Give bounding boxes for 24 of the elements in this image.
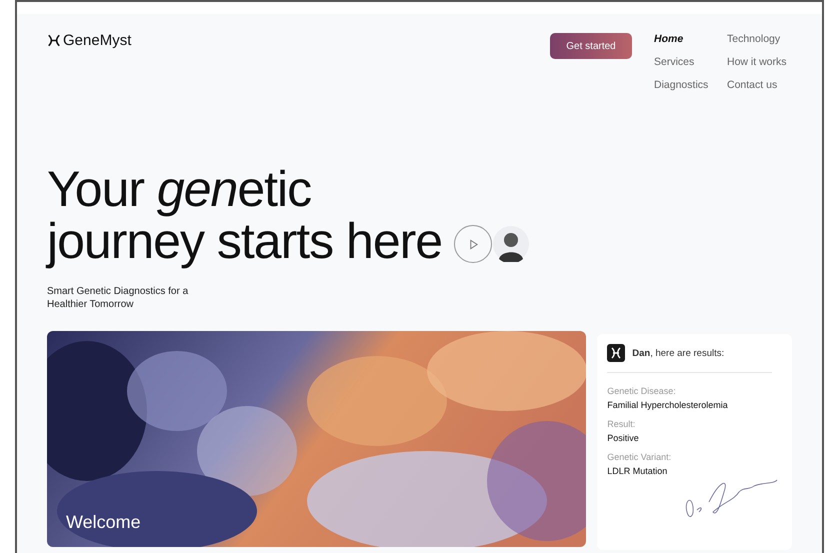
field-value: LDLR Mutation (607, 466, 668, 476)
nav-link[interactable]: Contact us (727, 78, 797, 93)
field-label: Genetic Variant: (607, 452, 672, 462)
subtitle: Smart Genetic Diagnostics for a Healthier Tomorrow (47, 285, 190, 311)
logo-icon (607, 344, 626, 362)
nav-link[interactable]: Services (654, 55, 727, 70)
headline: Your genetic (47, 163, 312, 215)
play-button[interactable] (454, 225, 492, 263)
play-icon (468, 238, 479, 250)
logo-icon (47, 34, 61, 47)
avatar-icon (493, 226, 530, 262)
field-value: Positive (607, 433, 640, 443)
nav-link[interactable]: Technology (727, 32, 797, 47)
nav-link[interactable]: Home (654, 32, 727, 47)
nav-link[interactable]: Diagnostics (654, 78, 727, 93)
get-started-button[interactable]: Get started (550, 33, 632, 59)
field-value: Familial Hypercholesterolemia (607, 400, 729, 410)
field-label: Result: (607, 419, 636, 429)
greeting-text: Dan, here are results: (632, 348, 724, 358)
nav-link[interactable]: How it works (727, 55, 797, 70)
headline: journey starts here (47, 215, 442, 267)
brand-name: GeneMyst (63, 32, 132, 49)
field-label: Genetic Disease: (607, 386, 677, 396)
banner-caption: Welcome (66, 512, 141, 533)
